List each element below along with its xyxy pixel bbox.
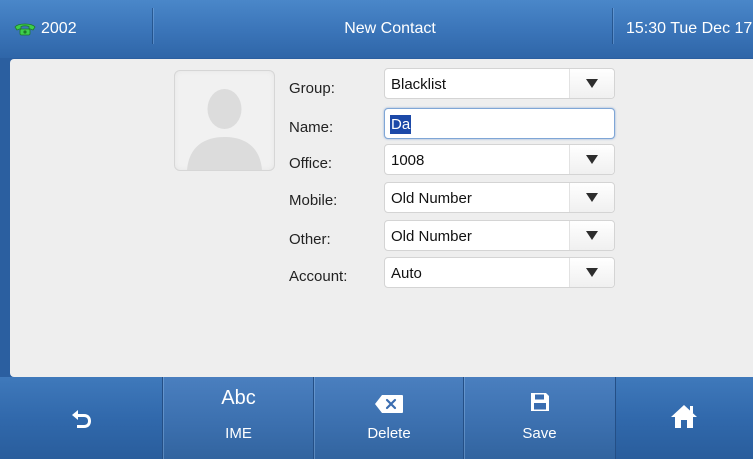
back-button[interactable] [0,377,162,459]
name-value: Da [390,115,412,134]
mobile-dropdown[interactable]: Old Number [384,182,615,213]
clock: 15:30 Tue Dec 17 [626,20,753,37]
dropdown-arrow-icon [586,155,598,164]
person-silhouette-icon [187,89,262,170]
ime-mode-text: Abc [221,387,256,409]
office-value: 1008 [391,152,425,169]
line-number: 2002 [41,20,77,37]
group-label: Group: [289,80,335,97]
office-dropdown-button[interactable] [569,145,614,174]
softkey-bar: Abc IME Delete Save [0,377,753,459]
other-value: Old Number [391,228,472,245]
line-indicator: 2002 [14,20,77,38]
backspace-icon [375,395,403,413]
name-label: Name: [289,119,334,136]
other-dropdown[interactable]: Old Number [384,220,615,251]
office-dropdown[interactable]: 1008 [384,144,615,175]
account-dropdown[interactable]: Auto [384,257,615,288]
mobile-dropdown-button[interactable] [569,183,614,212]
ime-button[interactable]: Abc IME [162,377,314,459]
title-divider-left [152,8,153,44]
group-dropdown[interactable]: Blacklist [384,68,615,99]
account-dropdown-button[interactable] [569,258,614,287]
group-value: Blacklist [391,76,447,93]
save-button[interactable]: Save [463,377,616,459]
status-bar: 2002 New Contact 15:30 Tue Dec 17 [0,0,753,58]
account-label: Account: [289,268,348,285]
home-icon [671,405,697,428]
save-label: Save [522,425,557,442]
delete-label: Delete [367,425,411,442]
content-panel [10,59,753,377]
name-input[interactable]: Da [384,108,615,139]
home-button[interactable] [615,377,753,459]
floppy-disk-icon [530,393,549,411]
other-label: Other: [289,231,331,248]
dropdown-arrow-icon [586,79,598,88]
contact-photo[interactable] [174,70,275,171]
title-divider-right [612,8,613,44]
back-arrow-icon [72,410,91,428]
dropdown-arrow-icon [586,193,598,202]
group-dropdown-button[interactable] [569,69,614,98]
phone-handset-icon [14,23,36,36]
delete-button[interactable]: Delete [313,377,464,459]
dropdown-arrow-icon [586,231,598,240]
dropdown-arrow-icon [586,268,598,277]
mobile-value: Old Number [391,190,472,207]
other-dropdown-button[interactable] [569,221,614,250]
ime-label: IME [225,425,252,442]
office-label: Office: [289,155,333,172]
mobile-label: Mobile: [289,192,338,209]
page-title: New Contact [344,20,436,37]
account-value: Auto [391,265,422,282]
